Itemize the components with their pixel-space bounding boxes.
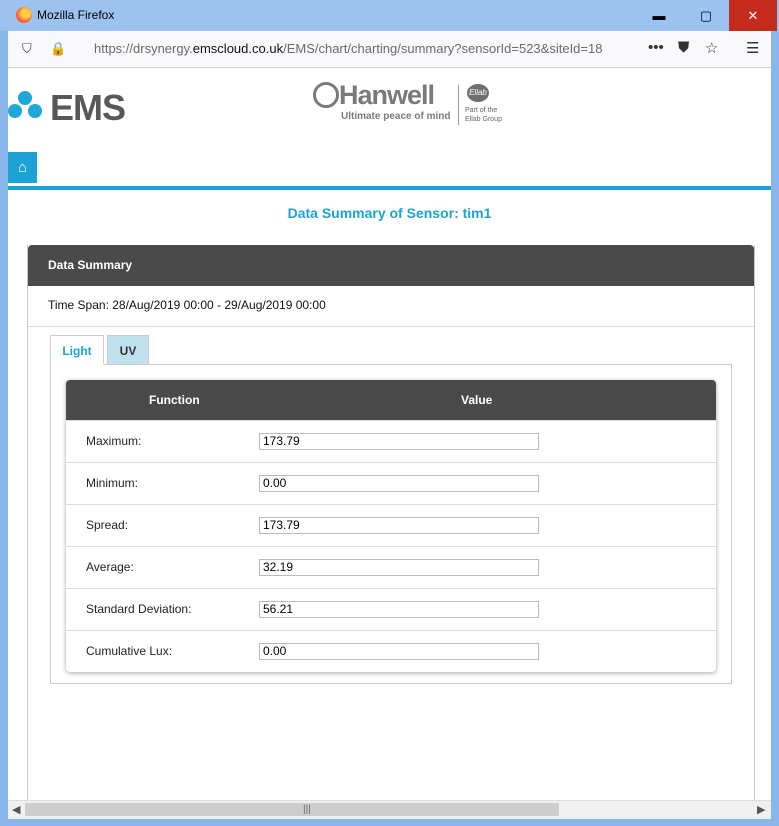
tab-content: Function Value Maximum: 173.79 Minimum: 0.…	[50, 364, 732, 684]
window-title: Mozilla Firefox	[37, 8, 115, 22]
bookmark-star-icon[interactable]: ☆	[705, 39, 718, 57]
hanwell-tagline: Ultimate peace of mind	[341, 111, 451, 122]
hanwell-name: Hanwell	[339, 80, 435, 110]
column-header-value: Value	[461, 393, 493, 407]
ems-logo-mark-icon	[8, 91, 42, 125]
home-button[interactable]: ⌂	[8, 152, 37, 183]
url-field[interactable]: https://drsynergy.emscloud.co.uk/EMS/cha…	[94, 41, 646, 56]
tab-uv[interactable]: UV	[107, 335, 149, 365]
ellab-logo: Ellab	[467, 84, 489, 102]
value-field[interactable]: 173.79	[259, 433, 539, 450]
web-page: EMS Hanwell Ultimate peace of mind Ellab…	[8, 68, 771, 800]
address-bar: ⛉ 🔒 https://drsynergy.emscloud.co.uk/EMS…	[8, 31, 771, 68]
data-summary-panel: Data Summary Time Span: 28/Aug/2019 00:0…	[27, 245, 755, 800]
table-row: Standard Deviation: 56.21	[66, 588, 716, 630]
table-row: Spread: 173.79	[66, 504, 716, 546]
scroll-left-icon[interactable]: ◀	[12, 803, 20, 816]
logo-divider	[458, 85, 459, 125]
title-bar: Mozilla Firefox ▬ ▢ ✕	[0, 0, 779, 31]
browser-window: Mozilla Firefox ▬ ▢ ✕ ⛉ 🔒 https://drsyne…	[0, 0, 779, 826]
table-row: Cumulative Lux: 0.00	[66, 630, 716, 672]
table-row: Minimum: 0.00	[66, 462, 716, 504]
table-row: Maximum: 173.79	[66, 420, 716, 462]
ems-logo-text: EMS	[50, 87, 126, 128]
maximize-button[interactable]: ▢	[683, 0, 729, 31]
home-icon: ⌂	[17, 159, 28, 176]
close-button[interactable]: ✕	[729, 0, 777, 31]
row-label: Spread:	[86, 518, 129, 532]
menu-icon[interactable]: ☰	[746, 39, 759, 57]
scroll-right-icon[interactable]: ▶	[757, 803, 765, 816]
column-header-function: Function	[149, 393, 200, 407]
pocket-icon[interactable]: ⛊	[678, 39, 689, 56]
part-of-text: Part of the	[465, 107, 498, 114]
hanwell-logo: Hanwell Ultimate peace of mind Ellab Par…	[313, 80, 523, 130]
ems-logo[interactable]: EMS	[8, 87, 126, 128]
lock-icon[interactable]: 🔒	[50, 41, 66, 57]
ellab-group-label: Part of the Ellab Group	[465, 106, 502, 124]
row-label: Maximum:	[86, 434, 142, 448]
time-span: Time Span: 28/Aug/2019 00:00 - 29/Aug/20…	[48, 298, 326, 312]
firefox-icon	[16, 7, 32, 23]
scrollbar-thumb[interactable]: |||	[25, 803, 559, 816]
row-label: Standard Deviation:	[86, 602, 192, 616]
panel-title: Data Summary	[48, 258, 133, 272]
minimize-button[interactable]: ▬	[636, 0, 682, 31]
tab-light[interactable]: Light	[50, 335, 104, 365]
horizontal-scrollbar[interactable]: ◀ ||| ▶	[8, 800, 771, 819]
value-field[interactable]: 0.00	[259, 643, 539, 660]
url-prefix: https://drsynergy.	[94, 41, 193, 56]
grip-icon: |||	[303, 804, 311, 815]
panel-header: Data Summary	[28, 245, 754, 286]
value-field[interactable]: 173.79	[259, 517, 539, 534]
summary-table: Function Value Maximum: 173.79 Minimum: 0.…	[66, 380, 716, 672]
divider	[28, 326, 754, 327]
row-label: Cumulative Lux:	[86, 644, 173, 658]
more-actions-icon[interactable]: •••	[648, 39, 664, 56]
table-row: Average: 32.19	[66, 546, 716, 588]
hanwell-mark-icon	[313, 82, 339, 108]
value-field[interactable]: 0.00	[259, 475, 539, 492]
row-label: Minimum:	[86, 476, 139, 490]
table-header: Function Value	[66, 380, 716, 420]
page-title: Data Summary of Sensor: tim1	[287, 205, 492, 221]
value-field[interactable]: 56.21	[259, 601, 539, 618]
nav-divider	[8, 186, 771, 190]
row-label: Average:	[86, 560, 134, 574]
url-domain: emscloud.co.uk	[192, 41, 284, 56]
url-suffix: /EMS/chart/charting/summary?sensorId=523…	[283, 41, 603, 56]
ellab-group-text: Ellab Group	[465, 116, 502, 123]
shield-icon[interactable]: ⛉	[22, 41, 32, 57]
value-field[interactable]: 32.19	[259, 559, 539, 576]
